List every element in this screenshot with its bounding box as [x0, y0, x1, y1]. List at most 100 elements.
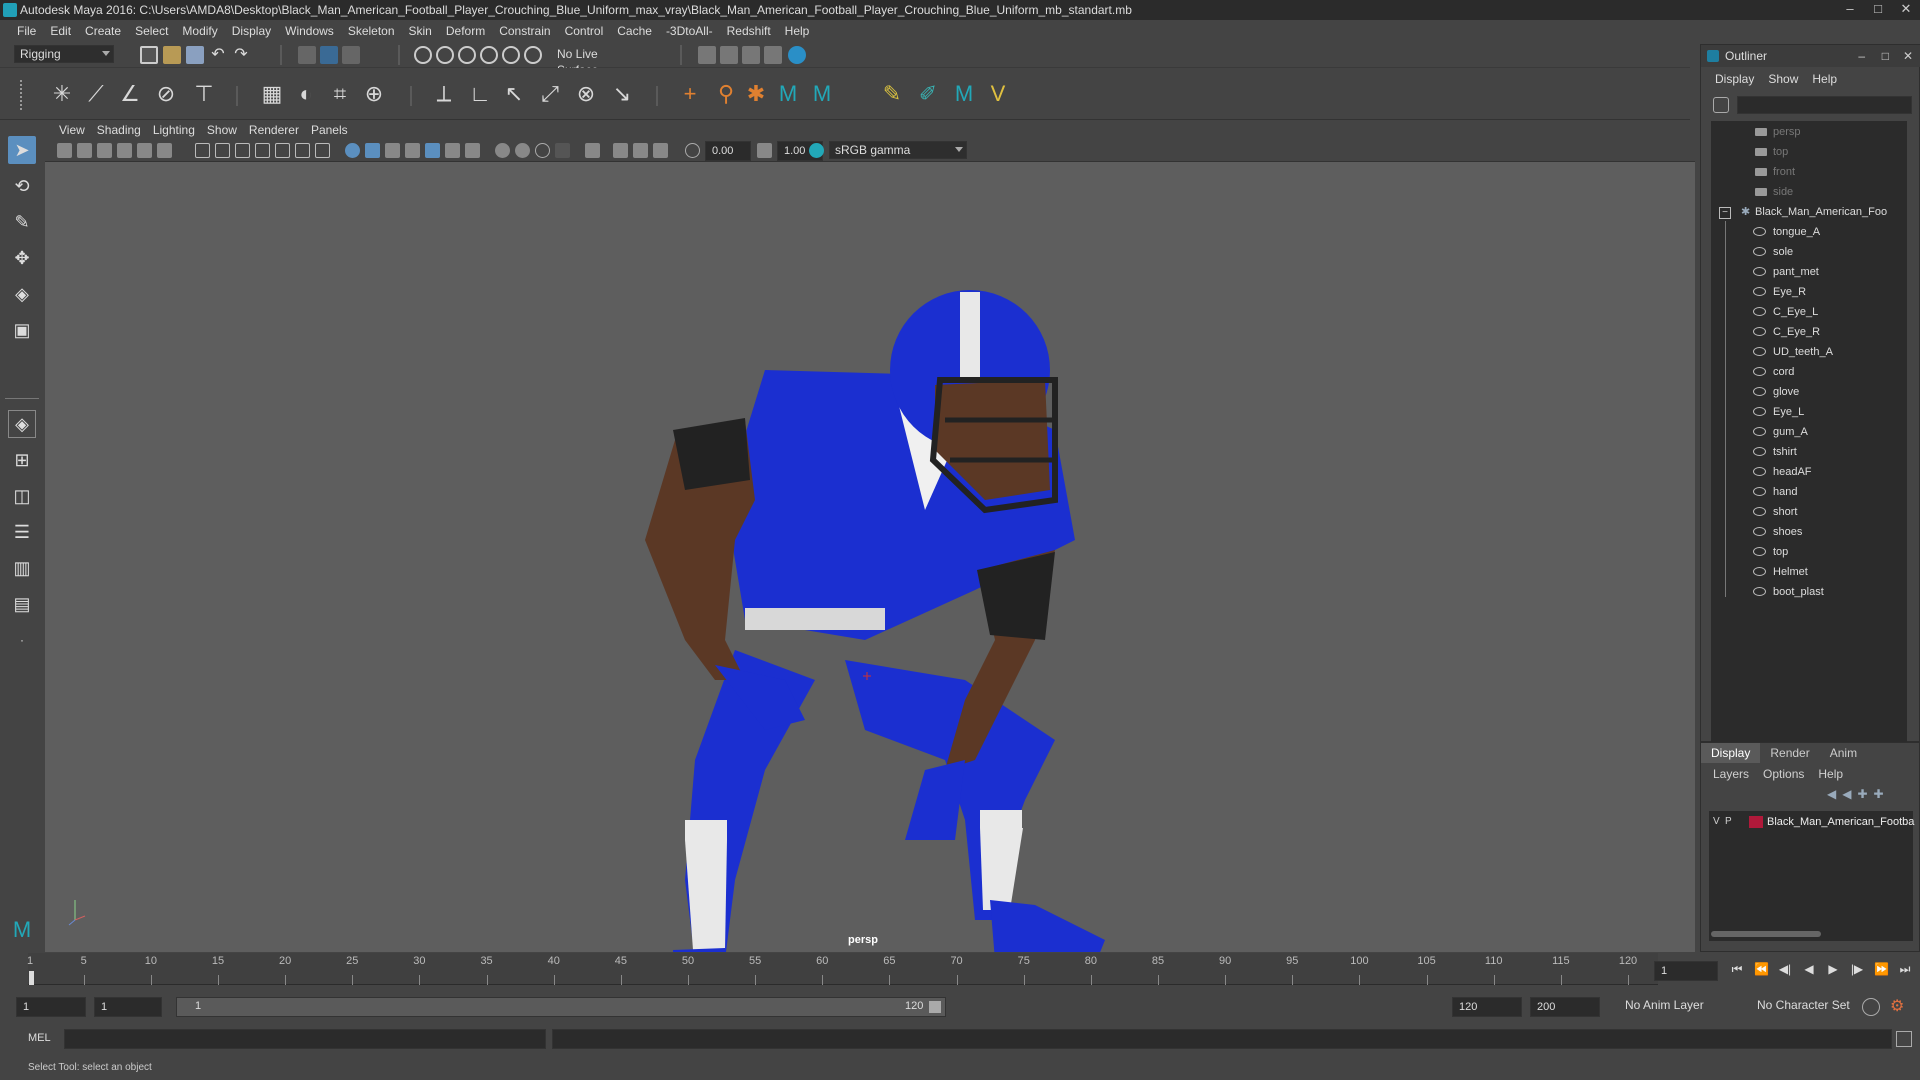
outliner-item-c-eye-r[interactable]: C_Eye_R: [1753, 323, 1820, 341]
outliner-item-cord[interactable]: cord: [1753, 363, 1794, 381]
viewport-menu-renderer[interactable]: Renderer: [243, 123, 305, 137]
constraint-scale-icon[interactable]: ⤢: [536, 80, 564, 108]
outliner-item-persp[interactable]: persp: [1755, 123, 1801, 141]
render-settings-icon[interactable]: [698, 46, 716, 64]
menu-set-dropdown[interactable]: Rigging: [14, 45, 114, 63]
pivot-icon[interactable]: ⚲: [712, 80, 740, 108]
playback-start-field[interactable]: 1: [94, 997, 162, 1017]
menu-create[interactable]: Create: [78, 24, 128, 38]
outliner-item-boot-plast[interactable]: boot_plast: [1753, 583, 1824, 601]
outliner-item-top-mesh[interactable]: top: [1753, 543, 1788, 561]
textured-icon[interactable]: [425, 143, 440, 158]
current-frame-field[interactable]: 1: [1654, 961, 1718, 981]
minimize-button[interactable]: –: [1836, 0, 1864, 20]
camera-attributes-icon[interactable]: [77, 143, 92, 158]
outliner-item-eye-l[interactable]: Eye_L: [1753, 403, 1804, 421]
scene-start-field[interactable]: 1: [16, 997, 86, 1017]
auto-key-icon[interactable]: [1862, 998, 1880, 1016]
outliner-item-c-eye-l[interactable]: C_Eye_L: [1753, 303, 1818, 321]
locator-icon[interactable]: +: [676, 80, 704, 108]
menu-help[interactable]: Help: [778, 24, 817, 38]
layer-color-swatch[interactable]: [1749, 816, 1763, 828]
outliner-menu-help[interactable]: Help: [1806, 72, 1845, 90]
lattice-icon[interactable]: ⌗: [326, 80, 354, 108]
skin-tool-icon[interactable]: ✐: [914, 80, 942, 108]
safe-title-icon[interactable]: [315, 143, 330, 158]
open-scene-icon[interactable]: [163, 46, 181, 64]
menu-control[interactable]: Control: [558, 24, 611, 38]
viewport-panel[interactable]: persp: [45, 120, 1695, 952]
new-layer-selected-icon[interactable]: ✚: [1874, 787, 1884, 801]
scale-tool-icon[interactable]: ▣: [8, 316, 36, 344]
menu-file[interactable]: File: [10, 24, 43, 38]
outliner-item-hand[interactable]: hand: [1753, 483, 1797, 501]
menu-select[interactable]: Select: [128, 24, 175, 38]
outliner-refresh-icon[interactable]: [1713, 97, 1729, 113]
menu-cache[interactable]: Cache: [610, 24, 659, 38]
outliner-menu-show[interactable]: Show: [1762, 72, 1806, 90]
constraint-point-icon[interactable]: ∟: [466, 80, 494, 108]
maya-m-icon-1[interactable]: M: [774, 80, 802, 108]
shadows-icon[interactable]: [465, 143, 480, 158]
mirror-joint-icon[interactable]: ⊤: [190, 80, 218, 108]
layer-hscrollbar[interactable]: [1711, 931, 1821, 937]
tab-display[interactable]: Display: [1701, 743, 1761, 763]
menu-redshift[interactable]: Redshift: [720, 24, 778, 38]
playback-end-field[interactable]: 120: [1452, 997, 1522, 1017]
anti-aliasing-icon[interactable]: [535, 143, 550, 158]
outliner-maximize-button[interactable]: □: [1882, 45, 1889, 67]
outliner-item-tongue-a[interactable]: tongue_A: [1753, 223, 1820, 241]
layout-single-icon[interactable]: ◈: [8, 410, 36, 438]
resolution-gate-icon[interactable]: [235, 143, 250, 158]
outliner-item-headaf[interactable]: headAF: [1753, 463, 1812, 481]
outliner-item-shoes[interactable]: shoes: [1753, 523, 1802, 541]
live-surface-field[interactable]: No Live Surface: [552, 46, 642, 77]
menu-windows[interactable]: Windows: [278, 24, 341, 38]
collapse-toggle-icon[interactable]: −: [1719, 207, 1731, 219]
menu-constrain[interactable]: Constrain: [492, 24, 557, 38]
insert-joint-icon[interactable]: ⊘: [152, 80, 180, 108]
outliner-menu-display[interactable]: Display: [1709, 72, 1762, 90]
lasso-tool-icon[interactable]: ⟲: [8, 172, 36, 200]
isolate-select-icon[interactable]: [585, 143, 600, 158]
grease-pencil-icon[interactable]: [157, 143, 172, 158]
outliner-item-gum-a[interactable]: gum_A: [1753, 423, 1808, 441]
scene-end-field[interactable]: 200: [1530, 997, 1600, 1017]
gamma-icon[interactable]: [757, 143, 772, 158]
maya-home-icon[interactable]: M: [8, 916, 36, 944]
command-language-label[interactable]: MEL: [28, 1032, 51, 1044]
viewport-menu-shading[interactable]: Shading: [91, 123, 147, 137]
use-default-material-icon[interactable]: [385, 143, 400, 158]
layout-four-icon[interactable]: ⊞: [8, 446, 36, 474]
close-button[interactable]: ✕: [1892, 0, 1920, 20]
paint-select-icon[interactable]: ✎: [8, 208, 36, 236]
layer-row[interactable]: V P Black_Man_American_Footba: [1709, 813, 1914, 831]
joint-tool-icon[interactable]: ✳: [48, 80, 76, 108]
two-d-pan-icon[interactable]: [137, 143, 152, 158]
snap-view-plane-icon[interactable]: [480, 46, 498, 64]
layer-name[interactable]: Black_Man_American_Footba: [1767, 813, 1914, 831]
new-layer-icon[interactable]: ✚: [1857, 787, 1867, 801]
maya-m-icon-3[interactable]: M: [950, 80, 978, 108]
layout-more-icon[interactable]: ·: [8, 626, 36, 654]
animation-prefs-icon[interactable]: ⚙: [1890, 998, 1908, 1016]
layout-stack-icon[interactable]: ☰: [8, 518, 36, 546]
rotate-tool-icon[interactable]: ◈: [8, 280, 36, 308]
film-gate-icon[interactable]: [215, 143, 230, 158]
play-forward-button[interactable]: ▶: [1826, 962, 1840, 976]
motion-blur-icon[interactable]: [515, 143, 530, 158]
menu-edit[interactable]: Edit: [43, 24, 78, 38]
bookmarks-icon[interactable]: [97, 143, 112, 158]
command-input[interactable]: [64, 1029, 546, 1049]
gate-mask-icon[interactable]: [255, 143, 270, 158]
outliner-item-glove[interactable]: glove: [1753, 383, 1799, 401]
menu-3dtoall[interactable]: -3DtoAll-: [659, 24, 720, 38]
tab-render[interactable]: Render: [1760, 743, 1819, 763]
layout-three-icon[interactable]: ▥: [8, 554, 36, 582]
constraint-parent-icon[interactable]: ⟂: [430, 80, 458, 108]
move-tool-icon[interactable]: ✥: [8, 244, 36, 272]
hik-icon[interactable]: V: [984, 80, 1012, 108]
outliner-close-button[interactable]: ✕: [1903, 45, 1913, 67]
wireframe-on-shaded-icon[interactable]: [405, 143, 420, 158]
save-scene-icon[interactable]: [186, 46, 204, 64]
